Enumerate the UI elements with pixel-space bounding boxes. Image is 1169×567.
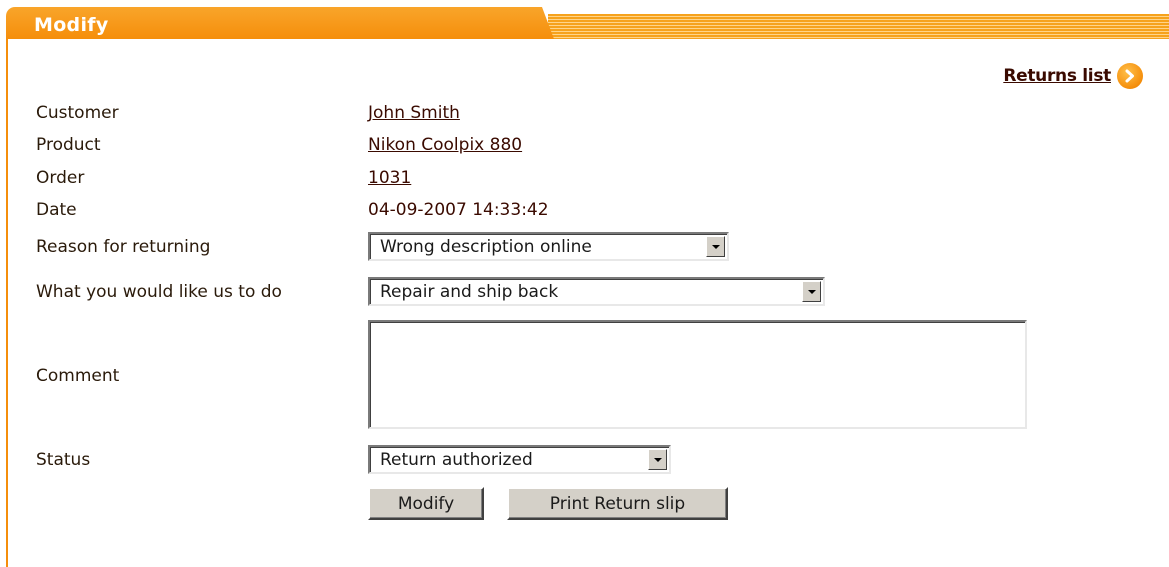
header-stripes: [548, 14, 1169, 39]
action-label: What you would like us to do: [36, 282, 282, 302]
customer-link[interactable]: John Smith: [368, 103, 460, 123]
panel-title: Modify: [34, 14, 109, 36]
action-select[interactable]: Repair and ship back: [368, 277, 825, 306]
comment-textarea[interactable]: [368, 320, 1027, 429]
arrow-right-icon[interactable]: [1117, 63, 1143, 89]
print-return-slip-button[interactable]: Print Return slip: [507, 487, 728, 520]
chevron-down-icon: [807, 289, 816, 294]
status-dropdown-button[interactable]: [648, 449, 667, 470]
order-label: Order: [36, 168, 85, 188]
action-dropdown-button[interactable]: [802, 281, 821, 302]
header-tab: Modify: [6, 7, 554, 39]
action-selected-value: Repair and ship back: [380, 282, 559, 302]
reason-select[interactable]: Wrong description online: [368, 232, 729, 261]
date-value: 04-09-2007 14:33:42: [368, 200, 549, 220]
status-label: Status: [36, 450, 91, 470]
returns-list-label[interactable]: Returns list: [1003, 66, 1111, 86]
returns-list-link[interactable]: Returns list: [1003, 63, 1143, 89]
chevron-down-icon: [653, 457, 662, 462]
reason-label: Reason for returning: [36, 237, 211, 257]
comment-label: Comment: [36, 366, 120, 386]
reason-selected-value: Wrong description online: [380, 237, 592, 257]
product-link[interactable]: Nikon Coolpix 880: [368, 135, 522, 155]
customer-label: Customer: [36, 103, 119, 123]
modify-button[interactable]: Modify: [368, 487, 484, 520]
date-label: Date: [36, 200, 77, 220]
panel-header: Modify: [0, 7, 1169, 39]
status-select[interactable]: Return authorized: [368, 445, 671, 474]
product-label: Product: [36, 135, 101, 155]
chevron-down-icon: [711, 244, 720, 249]
status-selected-value: Return authorized: [380, 450, 533, 470]
reason-dropdown-button[interactable]: [706, 236, 725, 257]
order-link[interactable]: 1031: [368, 168, 411, 188]
